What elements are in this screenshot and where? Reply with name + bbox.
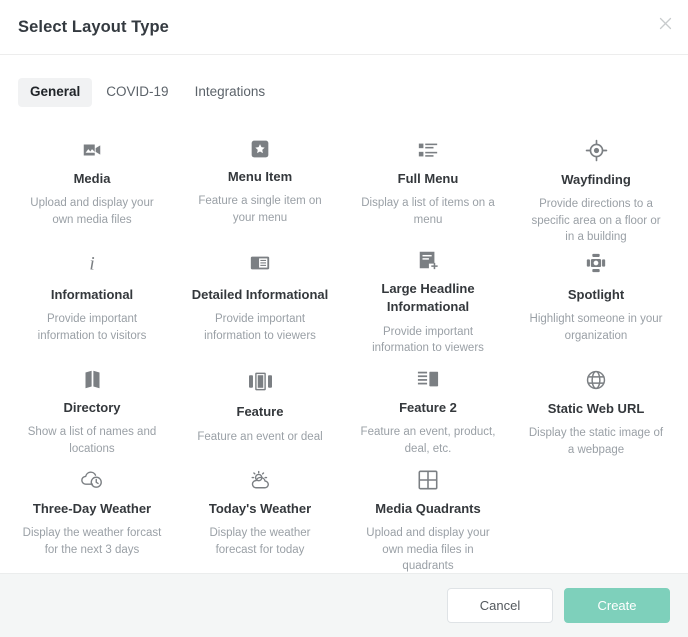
layout-grid-empty-cell [512, 459, 680, 559]
layout-card-spotlight[interactable]: Spotlight Highlight someone in your orga… [512, 239, 680, 359]
layout-card-media[interactable]: Media Upload and display your own media … [8, 129, 176, 239]
star-square-icon [250, 139, 270, 159]
layout-card-three-day-weather[interactable]: Three-Day Weather Display the weather fo… [8, 459, 176, 559]
layout-card-title: Media Quadrants [375, 500, 481, 516]
layout-card-title: Static Web URL [547, 400, 645, 416]
layout-card-description: Display the static image of a webpage [528, 427, 664, 456]
cancel-button[interactable]: Cancel [447, 587, 553, 624]
layout-card-description: Feature a single item on your menu [198, 195, 322, 224]
layout-card-static-web-url[interactable]: Static Web URL Display the static image … [512, 359, 680, 459]
layout-card-description: Feature an event, product, deal, etc. [360, 426, 496, 455]
information-italic-i-icon: i [81, 249, 103, 277]
grid-quadrants-icon [417, 469, 439, 491]
tab-general[interactable]: General [18, 78, 93, 107]
select-layout-type-dialog: Select Layout Type General COVID-19 Inte… [0, 0, 688, 637]
headline-plus-icon [417, 249, 439, 271]
layout-card-wayfinding[interactable]: Wayfinding Provide directions to a speci… [512, 129, 680, 243]
layout-card-description: Display a list of items on a menu [361, 197, 495, 226]
layout-card-description: Display the weather forcast for the next… [22, 527, 162, 556]
crosshair-target-icon [585, 139, 608, 162]
layout-card-title: Feature [236, 404, 284, 420]
layout-card-description: Upload and display your own media files [30, 197, 154, 226]
layout-card-title: Media [73, 170, 111, 186]
close-icon[interactable] [654, 12, 676, 34]
layout-card-directory[interactable]: Directory Show a list of names and locat… [8, 359, 176, 459]
layout-card-description: Provide important information to visitor… [37, 313, 147, 342]
create-button[interactable]: Create [564, 587, 670, 624]
layout-card-large-headline-informational[interactable]: Large Headline Informational Provide imp… [344, 239, 512, 359]
layout-card-media-quadrants[interactable]: Media Quadrants Upload and display your … [344, 459, 512, 572]
layout-card-menu-item[interactable]: Menu Item Feature a single item on your … [176, 129, 344, 239]
layout-card-description: Highlight someone in your organization [529, 313, 663, 342]
svg-text:i: i [89, 253, 94, 274]
tab-integrations[interactable]: Integrations [183, 78, 278, 107]
document-panel-icon [249, 249, 271, 277]
layout-grid: Media Upload and display your own media … [8, 129, 680, 572]
layout-card-description: Provide important information to viewers [372, 325, 484, 355]
layout-card-description: Show a list of names and locations [27, 426, 157, 455]
layout-card-title: Large Headline Informational [381, 280, 475, 315]
layout-card-title: Directory [63, 399, 121, 415]
carousel-panels-icon [248, 369, 272, 394]
layout-card-detailed-informational[interactable]: Detailed Informational Provide important… [176, 239, 344, 359]
layout-card-description: Provide important information to viewers [204, 313, 316, 342]
list-detail-icon [417, 139, 439, 161]
layout-card-informational[interactable]: i Informational Provide important inform… [8, 239, 176, 359]
sun-cloud-icon [248, 469, 272, 491]
layout-card-title: Spotlight [567, 286, 625, 302]
dialog-footer: Cancel Create [0, 573, 688, 637]
layout-card-description: Feature an event or deal [197, 430, 323, 443]
layout-card-title: Wayfinding [561, 171, 631, 187]
layout-card-title: Menu Item [227, 168, 293, 184]
map-folded-icon [82, 369, 103, 390]
cloud-clock-icon [80, 469, 104, 491]
video-camera-icon [81, 139, 103, 161]
layout-card-feature[interactable]: Feature Feature an event or deal [176, 359, 344, 459]
layout-card-title: Feature 2 [399, 399, 457, 415]
layout-card-description: Upload and display your own media files … [366, 527, 490, 572]
layout-grid-container: Media Upload and display your own media … [0, 107, 688, 573]
layout-card-title: Three-Day Weather [32, 500, 152, 516]
layout-card-title: Today's Weather [208, 500, 312, 516]
layout-category-tabs: General COVID-19 Integrations [0, 55, 688, 107]
text-block-panel-icon [417, 369, 439, 390]
layout-card-todays-weather[interactable]: Today's Weather Display the weather fore… [176, 459, 344, 559]
dialog-header: Select Layout Type [0, 0, 688, 55]
dialog-title: Select Layout Type [18, 17, 169, 36]
tab-covid-19[interactable]: COVID-19 [94, 78, 180, 107]
layout-card-feature-2[interactable]: Feature 2 Feature an event, product, dea… [344, 359, 512, 459]
layout-card-description: Display the weather forecast for today [209, 527, 311, 556]
layout-card-full-menu[interactable]: Full Menu Display a list of items on a m… [344, 129, 512, 239]
globe-icon [585, 369, 607, 391]
layout-card-title: Informational [50, 286, 134, 302]
spotlight-icon [585, 249, 607, 277]
layout-card-title: Full Menu [397, 170, 459, 186]
layout-card-title: Detailed Informational [191, 286, 329, 302]
